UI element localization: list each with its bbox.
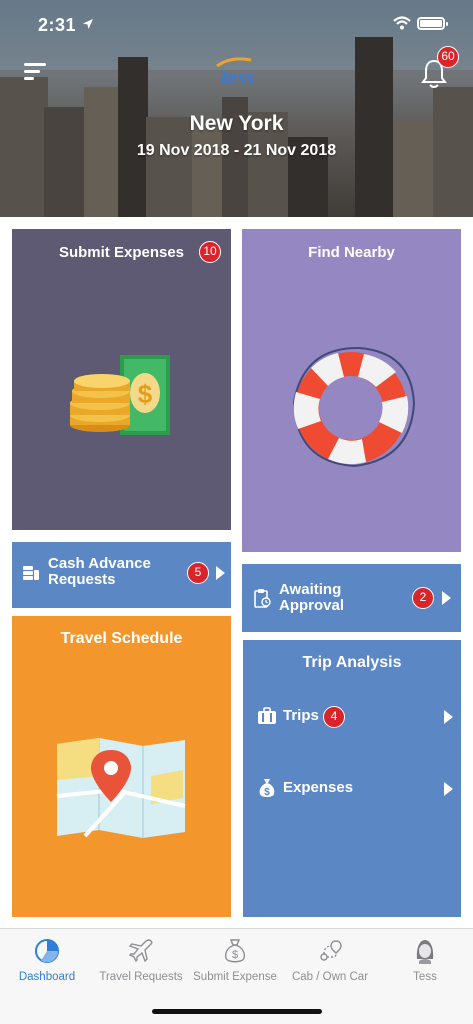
submit-expenses-tile[interactable]: Submit Expenses 10 $ — [12, 229, 231, 530]
location-arrow-icon — [82, 17, 94, 35]
expenses-label: Expenses — [283, 779, 354, 796]
airplane-icon — [127, 937, 155, 965]
money-bag-icon: $ — [258, 777, 276, 804]
awaiting-approval-badge: 2 — [412, 587, 434, 609]
battery-icon — [417, 17, 448, 30]
trip-analysis-tile: Trip Analysis Trips 4 $ Expenses — [243, 640, 461, 917]
travel-schedule-tile[interactable]: Travel Schedule — [12, 616, 231, 917]
tab-submit-expense[interactable]: $ Submit Expense — [188, 929, 282, 995]
trips-label: Trips — [283, 707, 319, 724]
svg-text:$: $ — [264, 787, 270, 798]
cash-advance-badge: 5 — [187, 562, 209, 584]
awaiting-approval-label-line1: Awaiting — [279, 581, 342, 598]
status-time: 2:31 — [38, 15, 77, 35]
briefcase-icon — [257, 707, 277, 730]
menu-line — [24, 70, 40, 73]
trip-dates: 19 Nov 2018 - 21 Nov 2018 — [136, 142, 337, 159]
tess-logo: tess — [211, 54, 267, 89]
status-bar: 2:31 — [0, 0, 473, 50]
tab-travel-requests-label: Travel Requests — [99, 971, 183, 983]
cash-advance-label: Cash Advance Requests — [48, 556, 151, 588]
tab-cab-own-car-label: Cab / Own Car — [291, 971, 369, 983]
awaiting-approval-label-line2: Approval — [279, 597, 345, 614]
money-bag-icon: $ — [221, 937, 249, 965]
menu-line — [24, 77, 34, 80]
map-pin-icon — [55, 736, 187, 845]
tab-cab-own-car[interactable]: Cab / Own Car — [283, 929, 377, 995]
lifebuoy-icon — [284, 342, 418, 477]
trip-city: New York — [189, 112, 284, 135]
tab-dashboard-label: Dashboard — [18, 971, 76, 983]
notification-count-badge: 60 — [437, 46, 459, 68]
trip-analysis-title: Trip Analysis — [302, 654, 402, 671]
travel-schedule-title: Travel Schedule — [60, 630, 183, 647]
home-indicator — [152, 1009, 322, 1014]
menu-button[interactable] — [24, 63, 46, 81]
chevron-right-icon — [444, 710, 453, 724]
svg-text:$: $ — [232, 949, 238, 961]
clipboard-clock-icon — [253, 588, 271, 613]
awaiting-approval-tile[interactable]: Awaiting Approval 2 — [242, 564, 461, 632]
find-nearby-title: Find Nearby — [308, 244, 395, 261]
pie-chart-icon — [33, 937, 61, 965]
cash-coins-icon: $ — [70, 353, 174, 442]
tab-tess-label: Tess — [413, 971, 437, 983]
logo-text: tess — [221, 64, 254, 88]
wifi-icon — [393, 16, 411, 35]
cash-advance-requests-tile[interactable]: Cash Advance Requests 5 — [12, 542, 231, 608]
tab-tess[interactable]: Tess — [378, 929, 472, 995]
submit-expenses-badge: 10 — [199, 241, 221, 263]
chevron-right-icon — [444, 782, 453, 796]
awaiting-approval-label: Awaiting Approval — [279, 582, 344, 614]
route-icon — [316, 937, 344, 965]
chevron-right-icon — [442, 591, 451, 605]
svg-text:$: $ — [138, 379, 153, 409]
find-nearby-tile[interactable]: Find Nearby — [242, 229, 461, 552]
trips-badge: 4 — [323, 706, 345, 728]
cash-advance-label-line1: Cash Advance — [48, 555, 151, 572]
chevron-right-icon — [216, 566, 225, 580]
trip-analysis-trips-row[interactable]: Trips 4 — [243, 698, 461, 734]
cash-stack-icon — [22, 564, 40, 587]
tab-travel-requests[interactable]: Travel Requests — [94, 929, 188, 995]
trip-analysis-expenses-row[interactable]: $ Expenses — [243, 770, 461, 806]
menu-line — [24, 63, 46, 66]
assistant-avatar-icon — [411, 937, 439, 965]
tab-submit-expense-label: Submit Expense — [193, 971, 277, 983]
cash-advance-label-line2: Requests — [48, 571, 116, 588]
tab-dashboard[interactable]: Dashboard — [0, 929, 94, 995]
